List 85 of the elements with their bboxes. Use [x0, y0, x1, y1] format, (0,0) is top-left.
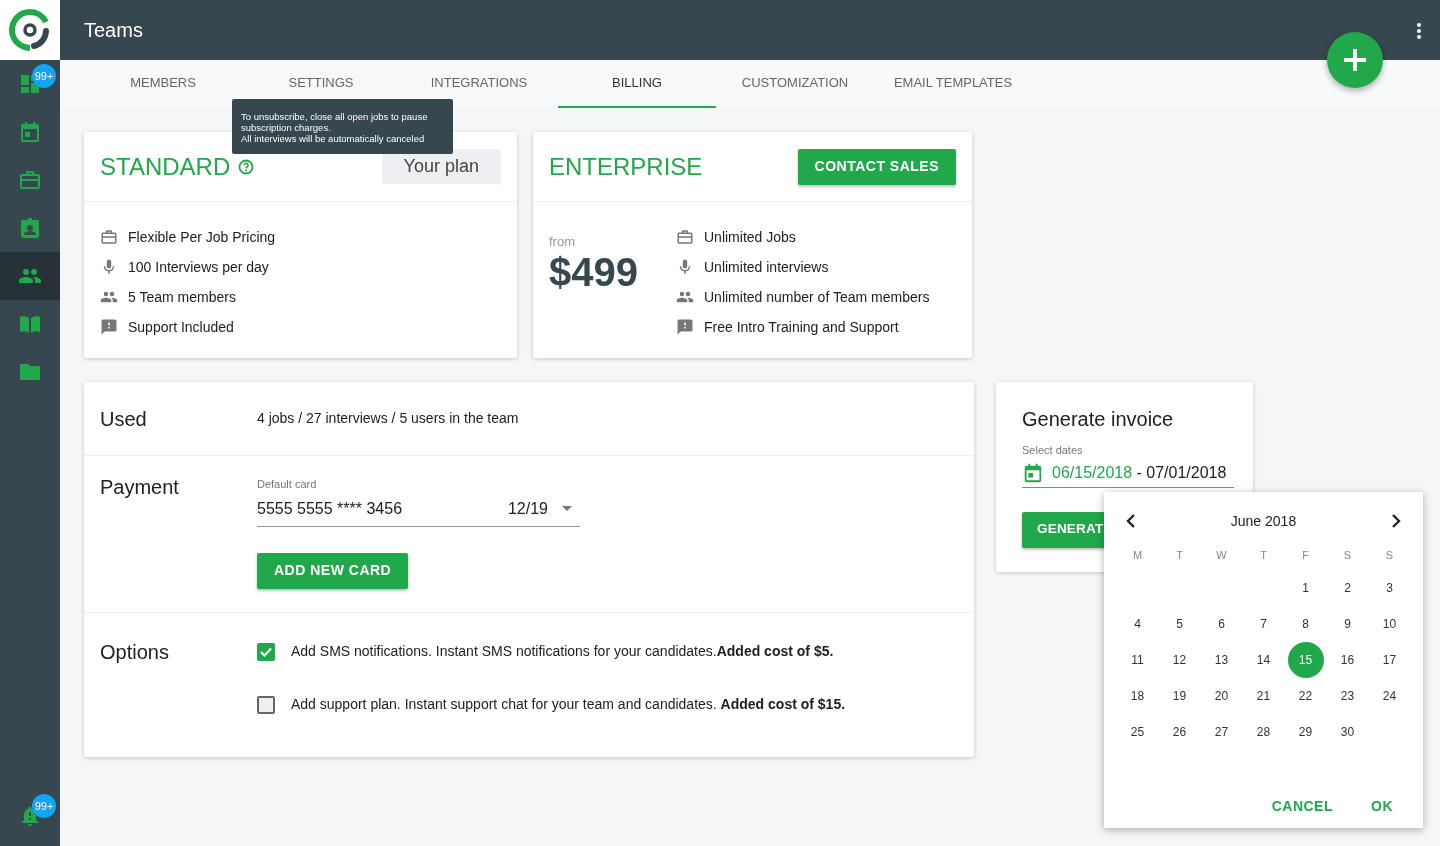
- field-label: Default card: [257, 477, 318, 492]
- feature-text: Support Included: [128, 317, 234, 337]
- chat-alert-icon: [100, 318, 118, 336]
- tab[interactable]: BILLING: [558, 60, 716, 108]
- checkbox[interactable]: [257, 642, 275, 661]
- feature-text: Unlimited number of Team members: [704, 287, 930, 307]
- calendar-day[interactable]: 22: [1287, 678, 1324, 714]
- calendar-day[interactable]: 29: [1287, 714, 1324, 750]
- calendar-day[interactable]: 20: [1203, 678, 1240, 714]
- calendar-day[interactable]: 25: [1119, 714, 1156, 750]
- calendar-day[interactable]: 24: [1371, 678, 1408, 714]
- calendar-day[interactable]: 27: [1203, 714, 1240, 750]
- plus-icon: [1342, 47, 1368, 73]
- briefcase-icon: [676, 228, 694, 246]
- option-text: Add SMS notifications. Instant SMS notifications for your candidates.Added cost of $5.: [291, 642, 834, 661]
- count-badge: 99+: [32, 794, 56, 818]
- weekday-label: W: [1216, 547, 1227, 563]
- help-icon[interactable]: [238, 158, 255, 175]
- calendar-day[interactable]: 2: [1329, 570, 1366, 606]
- calendar-day[interactable]: 21: [1245, 678, 1282, 714]
- weekday-label: F: [1302, 547, 1309, 563]
- weekday-label: S: [1343, 547, 1352, 563]
- briefcase-icon: [100, 228, 118, 246]
- calendar-icon: [1022, 461, 1044, 484]
- chat-alert-icon: [676, 318, 694, 336]
- price: $499: [549, 251, 639, 292]
- calendar-day[interactable]: 5: [1161, 606, 1198, 642]
- feature-text: Flexible Per Job Pricing: [128, 227, 276, 247]
- weekday-label: S: [1385, 547, 1394, 563]
- feature-text: Unlimited interviews: [704, 257, 829, 277]
- next-month-icon[interactable]: [1391, 514, 1401, 528]
- calendar-day[interactable]: 6: [1203, 606, 1240, 642]
- month-title: June 2018: [1230, 511, 1297, 531]
- briefcase-icon: [18, 168, 42, 192]
- calendar-day[interactable]: 28: [1245, 714, 1282, 750]
- calendar-day[interactable]: 8: [1287, 606, 1324, 642]
- checkbox[interactable]: [257, 695, 275, 714]
- page-title: Teams: [84, 18, 143, 43]
- feature-text: Unlimited Jobs: [704, 227, 796, 247]
- tab[interactable]: CUSTOMIZATION: [716, 60, 874, 108]
- calendar-day[interactable]: 17: [1371, 642, 1408, 678]
- calendar-day[interactable]: 23: [1329, 678, 1366, 714]
- section-title: Payment: [100, 475, 180, 500]
- count-badge: 99+: [32, 64, 56, 88]
- calendar-day[interactable]: 30: [1329, 714, 1366, 750]
- calendar-day[interactable]: 13: [1203, 642, 1240, 678]
- plan-name: ENTERPRISE: [549, 151, 703, 182]
- calendar-day[interactable]: 19: [1161, 678, 1198, 714]
- calendar-day[interactable]: 4: [1119, 606, 1156, 642]
- calendar-day[interactable]: 26: [1161, 714, 1198, 750]
- calendar-icon: [18, 120, 42, 144]
- date-range-field[interactable]: 06/15/2018 - 07/01/2018: [1022, 460, 1234, 488]
- calendar-day[interactable]: 10: [1371, 606, 1408, 642]
- card-title: Generate invoice: [1022, 407, 1175, 432]
- calendar-day[interactable]: 7: [1245, 606, 1282, 642]
- plan-name: STANDARD: [100, 151, 231, 182]
- calendar-day[interactable]: 14: [1245, 642, 1282, 678]
- field-label: Select dates: [1022, 443, 1084, 458]
- calendar-day[interactable]: 12: [1161, 642, 1198, 678]
- plan-label: Your plan: [381, 149, 501, 184]
- calendar-day[interactable]: 11: [1119, 642, 1156, 678]
- tooltip: To unsubscribe, close all open jobs to pause subscription charges. All interviews will be automatically canceled: [232, 99, 453, 154]
- dropdown-icon: [562, 506, 572, 511]
- option-text: Add support plan. Instant support chat for your team and candidates. Added cost of $15.: [291, 695, 846, 714]
- section-title: Used: [100, 406, 148, 432]
- feature-text: 5 Team members: [128, 287, 236, 307]
- calendar-day[interactable]: 18: [1119, 678, 1156, 714]
- calendar-day[interactable]: 9: [1329, 606, 1366, 642]
- tab[interactable]: EMAIL TEMPLATES: [874, 60, 1032, 108]
- usage-text: 4 jobs / 27 interviews / 5 users in the team: [257, 409, 519, 428]
- calendar-day[interactable]: 16: [1329, 642, 1366, 678]
- price-prefix: from: [549, 233, 576, 251]
- section-title: Options: [100, 640, 170, 665]
- id-badge-icon: [18, 216, 42, 240]
- sidebar-item[interactable]: [0, 252, 60, 300]
- previous-month-icon[interactable]: [1126, 514, 1136, 528]
- card-select[interactable]: 5555 5555 **** 3456 12/19: [257, 492, 580, 527]
- weekday-label: T: [1176, 547, 1183, 563]
- feature-text: Free Intro Training and Support: [704, 317, 899, 337]
- calendar-day[interactable]: 1: [1287, 570, 1324, 606]
- weekday-label: T: [1260, 547, 1267, 563]
- calendar-day[interactable]: 3: [1371, 570, 1408, 606]
- feature-text: 100 Interviews per day: [128, 257, 269, 277]
- logo-icon: [9, 9, 51, 51]
- weekday-label: M: [1132, 547, 1143, 563]
